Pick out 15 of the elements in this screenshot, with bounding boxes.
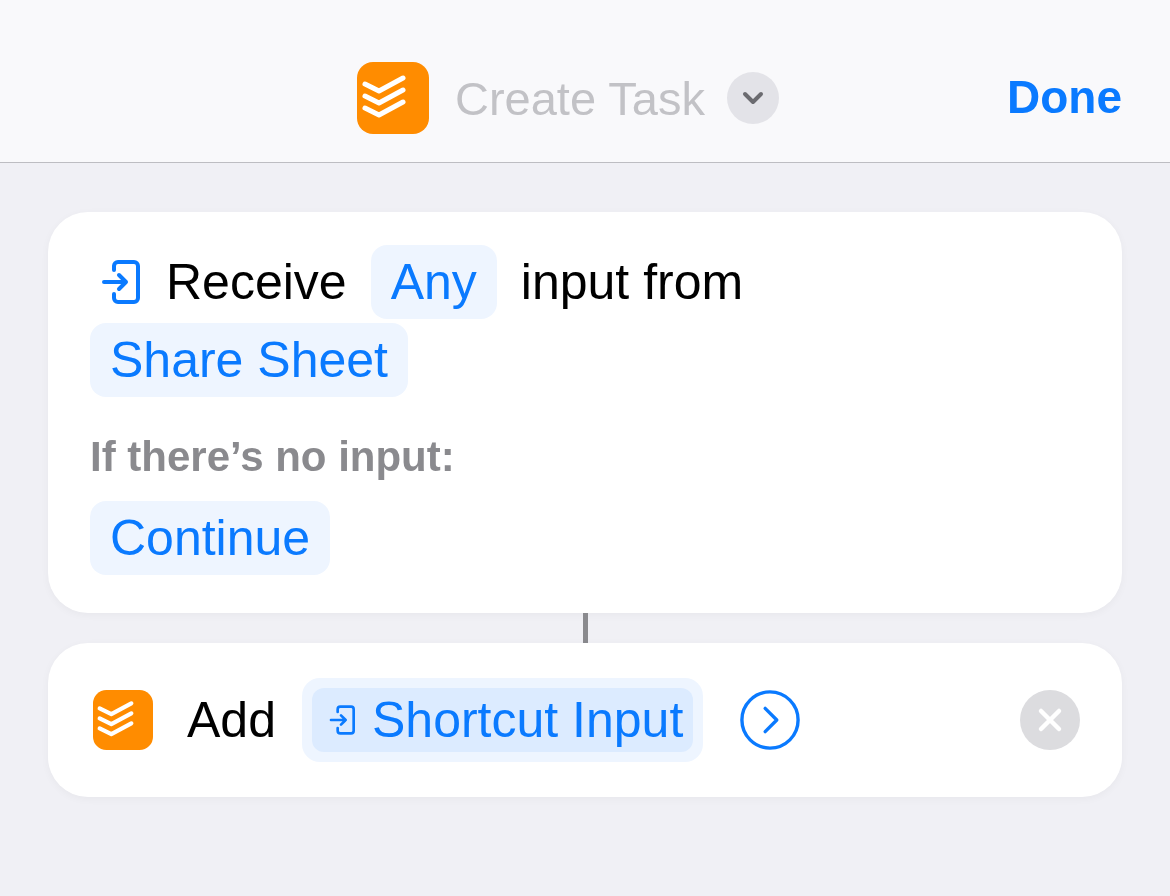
done-button[interactable]: Done — [1007, 70, 1122, 124]
source-token[interactable]: Share Sheet — [90, 323, 408, 397]
chevron-right-icon[interactable] — [739, 689, 802, 751]
variable-field[interactable]: Shortcut Input — [301, 678, 704, 762]
no-input-label: If there’s no input: — [90, 433, 455, 481]
action-label: input from — [520, 253, 744, 311]
input-arrow-icon — [327, 704, 358, 736]
stacked-chevrons-app-icon — [357, 62, 429, 134]
variable-token: Shortcut Input — [371, 691, 684, 749]
chevron-down-icon[interactable] — [726, 72, 779, 124]
type-token[interactable]: Any — [370, 245, 497, 319]
stacked-chevrons-app-icon — [93, 690, 153, 750]
action-label: Receive — [166, 253, 347, 311]
no-input-token[interactable]: Continue — [90, 501, 331, 575]
action-label: Add — [187, 691, 276, 749]
